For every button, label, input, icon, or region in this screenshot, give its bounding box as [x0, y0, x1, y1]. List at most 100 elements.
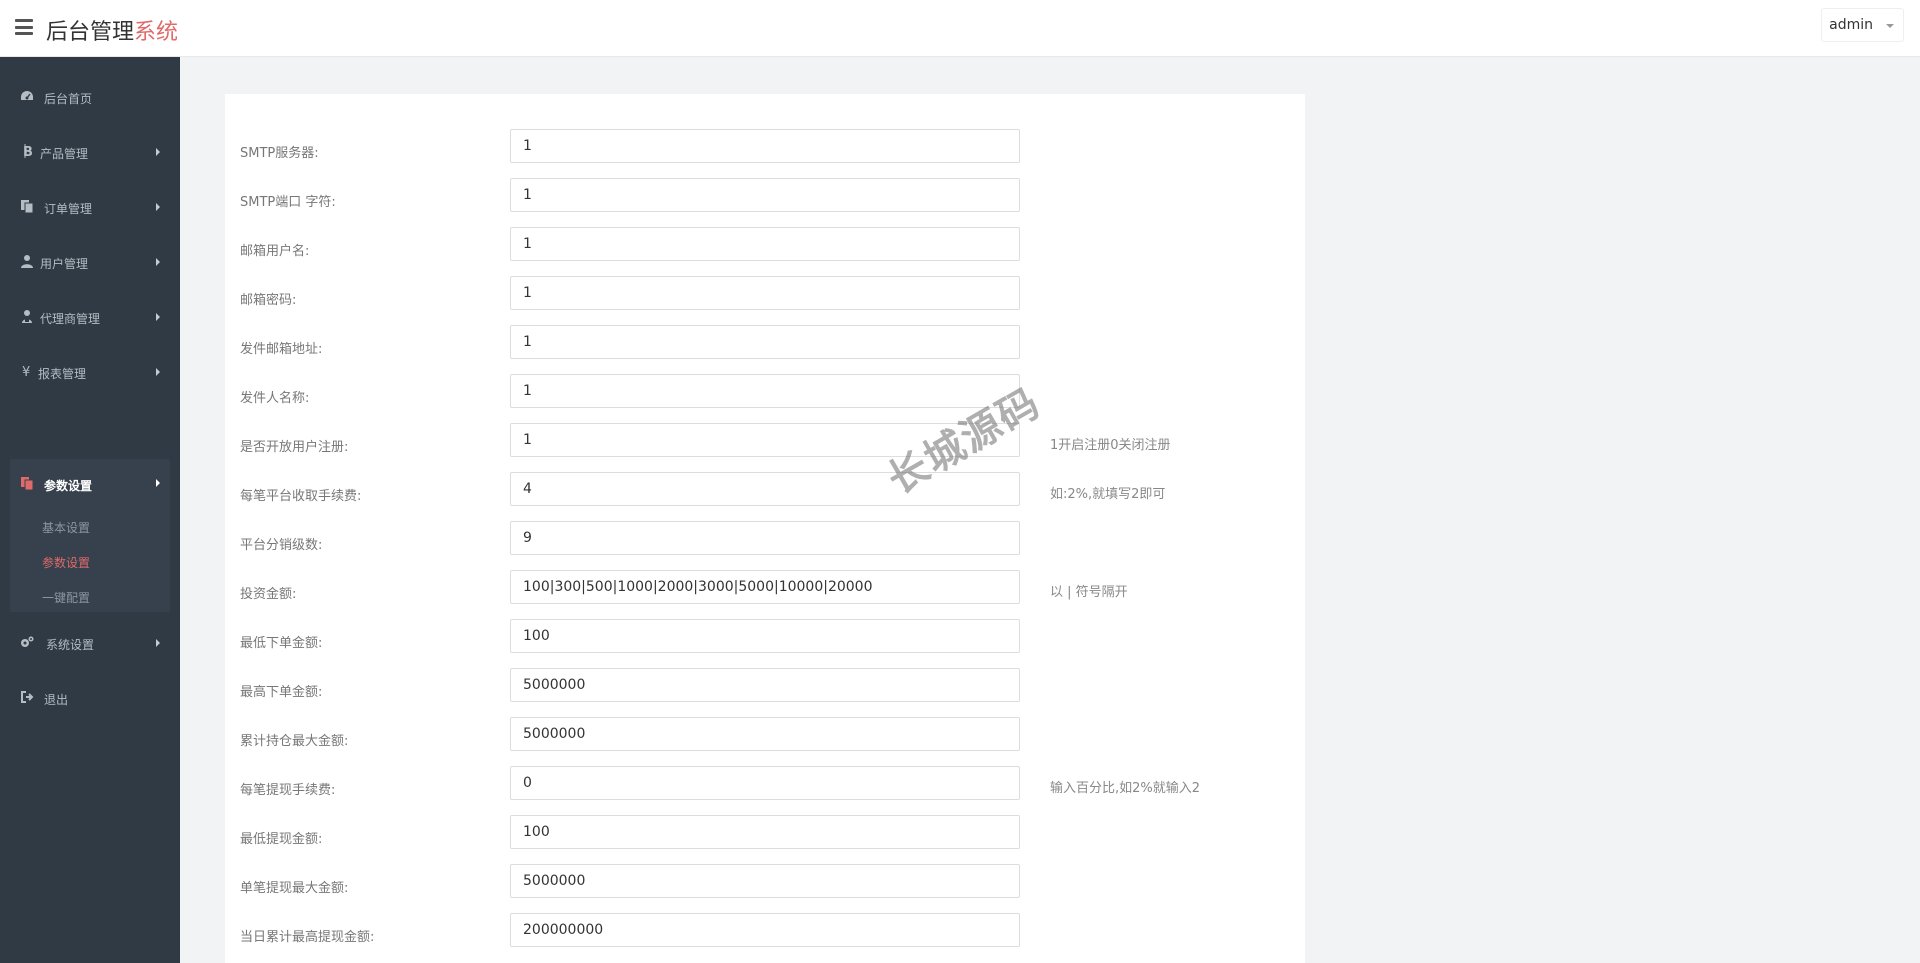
sidebar-subitem-basic[interactable]: 基本设置: [42, 519, 90, 536]
daily-max-withdraw-input[interactable]: [510, 913, 1020, 947]
mail-password-input[interactable]: [510, 276, 1020, 310]
sidebar-item-label: 系统设置: [46, 638, 95, 652]
caret-right-icon: [156, 479, 160, 487]
field-label: 当日累计最高提现金额:: [240, 930, 375, 945]
field-label: 邮箱用户名:: [240, 244, 310, 259]
form-row-withdraw-fee: 每笔提现手续费: 输入百分比,如2%就输入2: [225, 763, 1305, 812]
menu-toggle-icon[interactable]: [15, 19, 33, 35]
caret-right-icon: [156, 258, 160, 266]
sign-out-icon: [21, 691, 34, 703]
form-row-max-single-withdraw: 单笔提现最大金额:: [225, 861, 1305, 910]
form-row-smtp-port: SMTP端口 字符:: [225, 175, 1305, 224]
sidebar-item-home[interactable]: 后台首页: [0, 69, 180, 124]
svg-text:B: B: [23, 145, 33, 158]
sender-name-input[interactable]: [510, 374, 1020, 408]
field-label: 每笔平台收取手续费:: [240, 489, 362, 504]
caret-down-icon: [1886, 24, 1894, 28]
caret-right-icon: [156, 639, 160, 647]
form-row-smtp-server: SMTP服务器:: [225, 126, 1305, 175]
sidebar-item-label: 后台首页: [44, 92, 93, 106]
form-row-distribution-levels: 平台分销级数:: [225, 518, 1305, 567]
max-position-input[interactable]: [510, 717, 1020, 751]
form-row-sender-address: 发件邮箱地址:: [225, 322, 1305, 371]
sidebar-item-label: 代理商管理: [40, 312, 101, 326]
copy-icon: [21, 200, 34, 213]
top-header: 后台管理系统 admin: [0, 0, 1920, 57]
smtp-port-input[interactable]: [510, 178, 1020, 212]
field-label: SMTP端口 字符:: [240, 195, 336, 210]
users-icon: [22, 310, 32, 323]
bitcoin-icon: B: [23, 144, 33, 158]
sidebar-item-products[interactable]: B 产品管理: [0, 124, 180, 179]
form-row-investment-amounts: 投资金额: 以 | 符号隔开: [225, 567, 1305, 616]
form-row-sender-name: 发件人名称:: [225, 371, 1305, 420]
field-label: 邮箱密码:: [240, 293, 297, 308]
sidebar-item-params[interactable]: 参数设置: [10, 459, 170, 509]
sidebar-group-params: 参数设置 基本设置 参数设置 一键配置: [10, 459, 170, 612]
field-label: 发件人名称:: [240, 391, 310, 406]
user-icon: [21, 255, 33, 268]
field-label: 单笔提现最大金额:: [240, 881, 349, 896]
brand-accent: 系统: [134, 20, 179, 45]
mail-username-input[interactable]: [510, 227, 1020, 261]
dashboard-icon: [21, 91, 33, 100]
sidebar-item-label: 订单管理: [44, 202, 93, 216]
platform-fee-input[interactable]: [510, 472, 1020, 506]
form-row-max-order: 最高下单金额:: [225, 665, 1305, 714]
min-order-input[interactable]: [510, 619, 1020, 653]
sidebar-subitem-params[interactable]: 参数设置: [42, 554, 90, 571]
sidebar-item-label: 报表管理: [38, 367, 87, 381]
form-row-max-position: 累计持仓最大金额:: [225, 714, 1305, 763]
form-row-mail-password: 邮箱密码:: [225, 273, 1305, 322]
sidebar-item-logout[interactable]: 退出: [0, 670, 180, 725]
brand-main: 后台管理: [46, 20, 135, 45]
field-label: 发件邮箱地址:: [240, 342, 323, 357]
sidebar-item-system[interactable]: 系统设置: [0, 615, 180, 670]
sidebar-item-orders[interactable]: 订单管理: [0, 179, 180, 234]
field-hint: 以 | 符号隔开: [1050, 585, 1128, 600]
sidebar-item-users[interactable]: 用户管理: [0, 234, 180, 289]
sidebar-item-label: 参数设置: [44, 479, 93, 493]
smtp-server-input[interactable]: [510, 129, 1020, 163]
sender-address-input[interactable]: [510, 325, 1020, 359]
field-label: 投资金额:: [240, 587, 297, 602]
form-row-open-registration: 是否开放用户注册: 1开启注册0关闭注册: [225, 420, 1305, 469]
copy-icon: [21, 477, 34, 490]
settings-form-panel: SMTP服务器: SMTP端口 字符: 邮箱用户名: 邮箱密码: 发件邮箱地址:…: [225, 94, 1305, 963]
open-registration-input[interactable]: [510, 423, 1020, 457]
caret-right-icon: [156, 368, 160, 376]
form-row-min-withdraw: 最低提现金额:: [225, 812, 1305, 861]
form-row-daily-max-withdraw: 当日累计最高提现金额:: [225, 910, 1305, 959]
field-label: 最低提现金额:: [240, 832, 323, 847]
sidebar-item-agents[interactable]: 代理商管理: [0, 289, 180, 344]
caret-right-icon: [156, 203, 160, 211]
user-name: admin: [1829, 17, 1873, 33]
field-hint: 输入百分比,如2%就输入2: [1050, 781, 1201, 796]
sidebar-subitem-oneclick[interactable]: 一键配置: [42, 589, 90, 606]
field-hint: 如:2%,就填写2即可: [1050, 487, 1166, 502]
field-label: 最高下单金额:: [240, 685, 323, 700]
sidebar-item-label: 退出: [44, 693, 69, 707]
sidebar-item-reports[interactable]: ¥ 报表管理: [0, 344, 180, 399]
investment-amounts-input[interactable]: [510, 570, 1020, 604]
withdraw-fee-input[interactable]: [510, 766, 1020, 800]
yen-icon: ¥: [22, 365, 30, 378]
distribution-levels-input[interactable]: [510, 521, 1020, 555]
field-label: SMTP服务器:: [240, 146, 319, 161]
field-label: 累计持仓最大金额:: [240, 734, 349, 749]
gears-icon: [21, 636, 34, 647]
max-single-withdraw-input[interactable]: [510, 864, 1020, 898]
user-dropdown[interactable]: admin: [1821, 8, 1904, 42]
svg-text:¥: ¥: [22, 365, 30, 378]
min-withdraw-input[interactable]: [510, 815, 1020, 849]
sidebar-item-label: 用户管理: [40, 257, 89, 271]
field-label: 最低下单金额:: [240, 636, 323, 651]
form-row-platform-fee: 每笔平台收取手续费: 如:2%,就填写2即可: [225, 469, 1305, 518]
max-order-input[interactable]: [510, 668, 1020, 702]
field-label: 是否开放用户注册:: [240, 440, 349, 455]
sidebar: 后台首页 B 产品管理 订单管理 用户管理 代理商管理 ¥ 报表管理 参数设置 …: [0, 57, 180, 963]
brand-title: 后台管理系统: [46, 14, 178, 46]
form-row-min-order: 最低下单金额:: [225, 616, 1305, 665]
field-label: 平台分销级数:: [240, 538, 323, 553]
form-row-mail-username: 邮箱用户名:: [225, 224, 1305, 273]
